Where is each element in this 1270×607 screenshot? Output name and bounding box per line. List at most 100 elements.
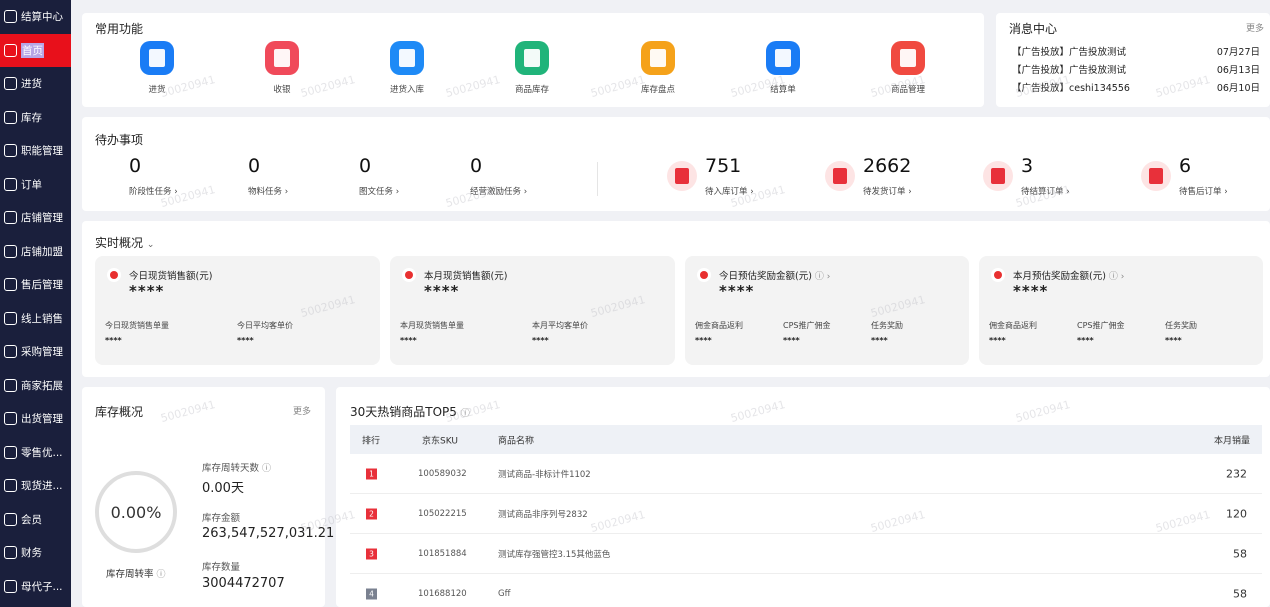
todo-pending-shipment-link[interactable]: 待发货订单 › (863, 185, 912, 197)
quick-settlement[interactable]: 结算单 (738, 41, 828, 95)
realtime-card-month-sales: 本月现货销售额(元) **** 本月现货销售单量 **** 本月平均客单价 **… (390, 256, 675, 365)
house-icon (4, 144, 17, 158)
sidebar-item-procurement[interactable]: 采购管理 (0, 335, 71, 369)
quick-stocktake[interactable]: 库存盘点 (613, 41, 703, 95)
realtime-title[interactable]: 实时概况 ⌄ (95, 234, 154, 251)
sidebar-item-functions[interactable]: 职能管理 (0, 134, 71, 168)
order-icon (4, 177, 17, 191)
chevron-down-icon: ⌄ (146, 240, 155, 250)
turnover-rate-ring: 0.00% (95, 471, 177, 553)
turnover-rate-label: 库存周转率 ⓘ (106, 569, 166, 580)
sidebar-item-after-sales[interactable]: 售后管理 (0, 268, 71, 302)
stocktake-icon (641, 41, 675, 75)
message-item[interactable]: 【广告投放】ceshi134556 06月10日 (1012, 80, 1260, 94)
inventory-panel: 库存概况 更多 0.00% 库存周转率 ⓘ 库存周转天数 ⓘ 0.00天 库存金… (82, 387, 334, 607)
coin-stack-icon (991, 268, 1005, 282)
realtime-card-month-reward[interactable]: 本月预估奖励金额(元) ⓘ › **** 佣金商品返利 **** CPS推广佣金 … (979, 256, 1263, 365)
cart-icon (4, 412, 17, 426)
help-icon[interactable]: ⓘ (262, 464, 271, 474)
quick-cashier[interactable]: 收银 (237, 41, 327, 95)
product-inventory-icon (515, 41, 549, 75)
sidebar-item-store-management[interactable]: 店铺管理 (0, 201, 71, 235)
table-row[interactable]: 3 101851884 测试库存强管控3.15其他蓝色 58 (350, 534, 1262, 574)
realtime-card-today-reward[interactable]: 今日预估奖励金额(元) ⓘ › **** 佣金商品返利 **** CPS推广佣金 … (685, 256, 969, 365)
message-item[interactable]: 【广告投放】广告投放测试 06月13日 (1012, 62, 1260, 76)
store-icon (4, 244, 17, 258)
inventory-amount-label: 库存金额 (202, 513, 241, 524)
top5-panel: 30天热销商品TOP5 ⓘ 排行 京东SKU 商品名称 本月销量 1 10058… (336, 387, 1270, 607)
product-management-icon (891, 41, 925, 75)
help-icon[interactable]: ⓘ (157, 570, 166, 580)
todo-panel: 待办事项 0 阶段性任务 › 0 物料任务 › 0 图文任务 › 0 经营激励任务 › … (82, 117, 1270, 211)
sidebar-item-shipping[interactable]: 出货管理 (0, 402, 71, 436)
sidebar-item-purchase[interactable]: 进货 (0, 67, 71, 101)
message-item[interactable]: 【广告投放】广告投放测试 07月27日 (1012, 44, 1260, 58)
todo-incentive-task-link[interactable]: 经营激励任务 › (470, 185, 527, 197)
todo-graphic-task: 0 图文任务 › (359, 155, 400, 197)
purchase-icon (140, 41, 174, 75)
sidebar-item-retail[interactable]: 零售优... (0, 436, 71, 470)
todo-material-task-link[interactable]: 物料任务 › (248, 185, 288, 197)
todo-graphic-task-link[interactable]: 图文任务 › (359, 185, 399, 197)
quick-purchase[interactable]: 进货 (112, 41, 202, 95)
store-icon (4, 211, 17, 225)
building-icon (4, 479, 17, 493)
help-icon[interactable]: ⓘ › (1109, 269, 1124, 282)
cart-icon (4, 77, 17, 91)
top5-title: 30天热销商品TOP5 ⓘ (350, 405, 470, 419)
todo-material-task: 0 物料任务 › (248, 155, 289, 197)
grid-icon (4, 311, 17, 325)
sidebar-item-merchant-expansion[interactable]: 商家拓展 (0, 369, 71, 403)
todo-pending-shipment: 2662 待发货订单 › (863, 155, 912, 197)
member-icon (4, 512, 17, 526)
todo-pending-stock-in: 751 待入库订单 › (705, 155, 754, 197)
todo-incentive-task: 0 经营激励任务 › (470, 155, 528, 197)
help-icon[interactable]: ⓘ (461, 409, 470, 419)
quick-product-management[interactable]: 商品管理 (863, 41, 953, 95)
pending-shipment-icon (825, 161, 855, 191)
messages-more-link[interactable]: 更多 (1246, 21, 1264, 34)
cashier-icon (265, 41, 299, 75)
stock-in-icon (390, 41, 424, 75)
sidebar-item-finance[interactable]: 财务 (0, 536, 71, 570)
quick-product-inventory[interactable]: 商品库存 (487, 41, 577, 95)
inventory-amount-value: 263,547,527,031.21 (202, 526, 335, 541)
rank-badge: 2 (366, 508, 377, 519)
todo-stage-task: 0 阶段性任务 › (129, 155, 178, 197)
todo-stage-task-link[interactable]: 阶段性任务 › (129, 185, 178, 197)
inventory-more-link[interactable]: 更多 (293, 404, 311, 417)
sidebar-item-settlement[interactable]: 结算中心 (0, 0, 71, 34)
turnover-days-label: 库存周转天数 ⓘ (202, 463, 272, 474)
money-bag-icon (107, 268, 121, 282)
table-row[interactable]: 2 105022215 测试商品非序列号2832 120 (350, 494, 1262, 534)
inventory-qty-value: 3004472707 (202, 576, 285, 591)
top5-table-header: 排行 京东SKU 商品名称 本月销量 (350, 425, 1262, 454)
table-row[interactable]: 4 101688120 Gff 58 (350, 574, 1262, 607)
todo-divider (597, 162, 598, 196)
table-row[interactable]: 1 100589032 测试商品-非标计件1102 232 (350, 454, 1262, 494)
quick-stock-in[interactable]: 进货入库 (362, 41, 452, 95)
sidebar-item-spot-goods[interactable]: 现货进... (0, 469, 71, 503)
sidebar-item-inventory[interactable]: 库存 (0, 101, 71, 135)
building-icon (4, 345, 17, 359)
sidebar-item-online-sales[interactable]: 线上销售 (0, 302, 71, 336)
inventory-qty-label: 库存数量 (202, 562, 241, 573)
pending-after-sales-icon (1141, 161, 1171, 191)
todo-pending-stock-in-link[interactable]: 待入库订单 › (705, 185, 754, 197)
sidebar-item-orders[interactable]: 订单 (0, 168, 71, 202)
todo-pending-settlement-link[interactable]: 待结算订单 › (1021, 185, 1070, 197)
help-icon[interactable]: ⓘ › (815, 269, 830, 282)
todo-pending-settlement: 3 待结算订单 › (1021, 155, 1070, 197)
inventory-title: 库存概况 (95, 405, 144, 419)
sidebar-item-home[interactable]: 首页 (0, 33, 71, 67)
sidebar-item-store-franchise[interactable]: 店铺加盟 (0, 235, 71, 269)
inventory-icon (4, 110, 17, 124)
quick-functions-panel: 常用功能 进货 收银 进货入库 商品库存 库存盘点 结算单 商品管理 (82, 13, 984, 107)
house-icon (4, 579, 17, 593)
building-icon (4, 378, 17, 392)
todo-pending-after-sales-link[interactable]: 待售后订单 › (1179, 185, 1228, 197)
sidebar-item-parent-child[interactable]: 母代子... (0, 570, 71, 604)
settlement-bill-icon (766, 41, 800, 75)
sidebar-item-members[interactable]: 会员 (0, 503, 71, 537)
turnover-days-value: 0.00天 (202, 481, 244, 496)
